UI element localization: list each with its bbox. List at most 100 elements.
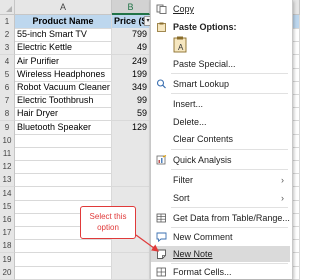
- menu-label-quick-analysis: Quick Analysis: [173, 155, 232, 165]
- cell-product[interactable]: [15, 173, 112, 188]
- menu-item-paste-special[interactable]: Paste Special...: [151, 56, 290, 72]
- menu-item-copy[interactable]: Copy: [151, 1, 290, 17]
- chevron-right-icon: ›: [281, 193, 284, 203]
- cell-price[interactable]: 799: [112, 28, 150, 43]
- header-cell-product[interactable]: Product Name: [15, 15, 112, 29]
- cell-price[interactable]: 49: [112, 41, 150, 56]
- cell-product[interactable]: Hair Dryer: [15, 107, 112, 122]
- cell-product[interactable]: [15, 252, 112, 267]
- cell-product[interactable]: [15, 160, 112, 175]
- menu-item-new-comment[interactable]: New Comment: [151, 229, 290, 245]
- chevron-right-icon: ›: [281, 175, 284, 185]
- svg-text:A: A: [178, 43, 184, 52]
- row-number[interactable]: 13: [0, 173, 15, 188]
- cell-price[interactable]: [112, 186, 150, 201]
- row-number[interactable]: 2: [0, 28, 15, 43]
- annotation-callout: Select this option: [80, 206, 136, 239]
- row-number[interactable]: 5: [0, 67, 15, 82]
- menu-item-new-note[interactable]: New Note: [151, 246, 290, 262]
- cell-product[interactable]: [15, 147, 112, 161]
- callout-line-1: Select this: [89, 212, 127, 221]
- row-number[interactable]: 1: [0, 15, 15, 29]
- row-number[interactable]: 12: [0, 160, 15, 175]
- paste-option-button[interactable]: A: [173, 36, 189, 54]
- cell-price[interactable]: 129: [112, 120, 150, 135]
- menu-item-smart-lookup[interactable]: Smart Lookup: [151, 76, 290, 92]
- cell-product[interactable]: Bluetooth Speaker: [15, 120, 112, 135]
- menu-item-delete[interactable]: Delete...: [151, 114, 290, 130]
- cell-price[interactable]: 249: [112, 54, 150, 69]
- menu-label-copy: Copy: [173, 4, 195, 14]
- row-number[interactable]: 16: [0, 213, 15, 227]
- row-number[interactable]: 8: [0, 107, 15, 122]
- select-all-corner[interactable]: [0, 0, 15, 15]
- cell-price[interactable]: [112, 133, 150, 148]
- row-number[interactable]: 17: [0, 226, 15, 241]
- context-menu: Copy Paste Options: A Paste Special... S…: [150, 0, 293, 279]
- menu-item-filter[interactable]: Filter ›: [151, 172, 290, 188]
- cell-product[interactable]: [15, 239, 112, 254]
- cell-price[interactable]: [112, 160, 150, 175]
- menu-label-sort: Sort: [173, 193, 190, 203]
- clipboard-icon: [157, 22, 166, 32]
- menu-item-clear-contents[interactable]: Clear Contents: [151, 131, 290, 147]
- menu-separator: [171, 207, 288, 208]
- cell-product[interactable]: [15, 265, 112, 280]
- paste-options-header: Paste Options:: [151, 19, 290, 35]
- table-icon: [156, 213, 166, 223]
- row-number[interactable]: 9: [0, 120, 15, 135]
- cell-price[interactable]: 199: [112, 67, 150, 82]
- row-number[interactable]: 6: [0, 81, 15, 95]
- format-cells-icon: [156, 267, 166, 277]
- menu-label-clear-contents: Clear Contents: [173, 134, 234, 144]
- menu-label-insert: Insert...: [173, 99, 204, 109]
- cell-price[interactable]: [112, 147, 150, 161]
- note-icon: [157, 249, 166, 259]
- menu-item-get-data[interactable]: Get Data from Table/Range...: [151, 210, 290, 226]
- cell-price[interactable]: [112, 265, 150, 280]
- menu-item-format-cells[interactable]: Format Cells...: [151, 264, 290, 280]
- row-number[interactable]: 19: [0, 252, 15, 267]
- row-number[interactable]: 15: [0, 199, 15, 214]
- menu-label-paste-special: Paste Special...: [173, 59, 236, 69]
- menu-separator: [171, 227, 288, 228]
- row-number[interactable]: 18: [0, 239, 15, 254]
- cell-price[interactable]: [112, 252, 150, 267]
- menu-separator: [171, 169, 288, 170]
- menu-item-sort[interactable]: Sort ›: [151, 190, 290, 206]
- quick-analysis-icon: [156, 155, 167, 165]
- menu-separator: [171, 93, 288, 94]
- row-number[interactable]: 14: [0, 186, 15, 201]
- cell-product[interactable]: [15, 186, 112, 201]
- cell-product[interactable]: 55-inch Smart TV: [15, 28, 112, 43]
- menu-item-insert[interactable]: Insert...: [151, 96, 290, 112]
- menu-label-format-cells: Format Cells...: [173, 267, 232, 277]
- row-number[interactable]: 4: [0, 54, 15, 69]
- menu-item-quick-analysis[interactable]: Quick Analysis: [151, 152, 290, 168]
- column-header-b[interactable]: B: [112, 0, 150, 15]
- cell-product[interactable]: Wireless Headphones: [15, 67, 112, 82]
- cell-price[interactable]: 99: [112, 94, 150, 109]
- menu-separator: [171, 73, 288, 74]
- cell-product[interactable]: Air Purifier: [15, 54, 112, 69]
- cell-price[interactable]: 349: [112, 81, 150, 95]
- row-number[interactable]: 10: [0, 133, 15, 148]
- row-number[interactable]: 3: [0, 41, 15, 56]
- cell-product[interactable]: Electric Toothbrush: [15, 94, 112, 109]
- cell-price[interactable]: [112, 173, 150, 188]
- cell-price[interactable]: [112, 239, 150, 254]
- cell-product[interactable]: Electric Kettle: [15, 41, 112, 56]
- cell-price[interactable]: 59: [112, 107, 150, 122]
- row-number[interactable]: 7: [0, 94, 15, 109]
- cell-product[interactable]: [15, 133, 112, 148]
- row-number[interactable]: 11: [0, 147, 15, 161]
- row-number[interactable]: 20: [0, 265, 15, 280]
- column-header-a[interactable]: A: [15, 0, 112, 15]
- menu-label-smart-lookup: Smart Lookup: [173, 79, 230, 89]
- menu-label-filter: Filter: [173, 175, 193, 185]
- cell-product[interactable]: Robot Vacuum Cleaner: [15, 81, 112, 95]
- search-icon: [156, 79, 166, 89]
- menu-label-new-comment: New Comment: [173, 232, 233, 242]
- menu-label-paste-options: Paste Options:: [173, 22, 237, 32]
- menu-label-get-data: Get Data from Table/Range...: [173, 213, 290, 223]
